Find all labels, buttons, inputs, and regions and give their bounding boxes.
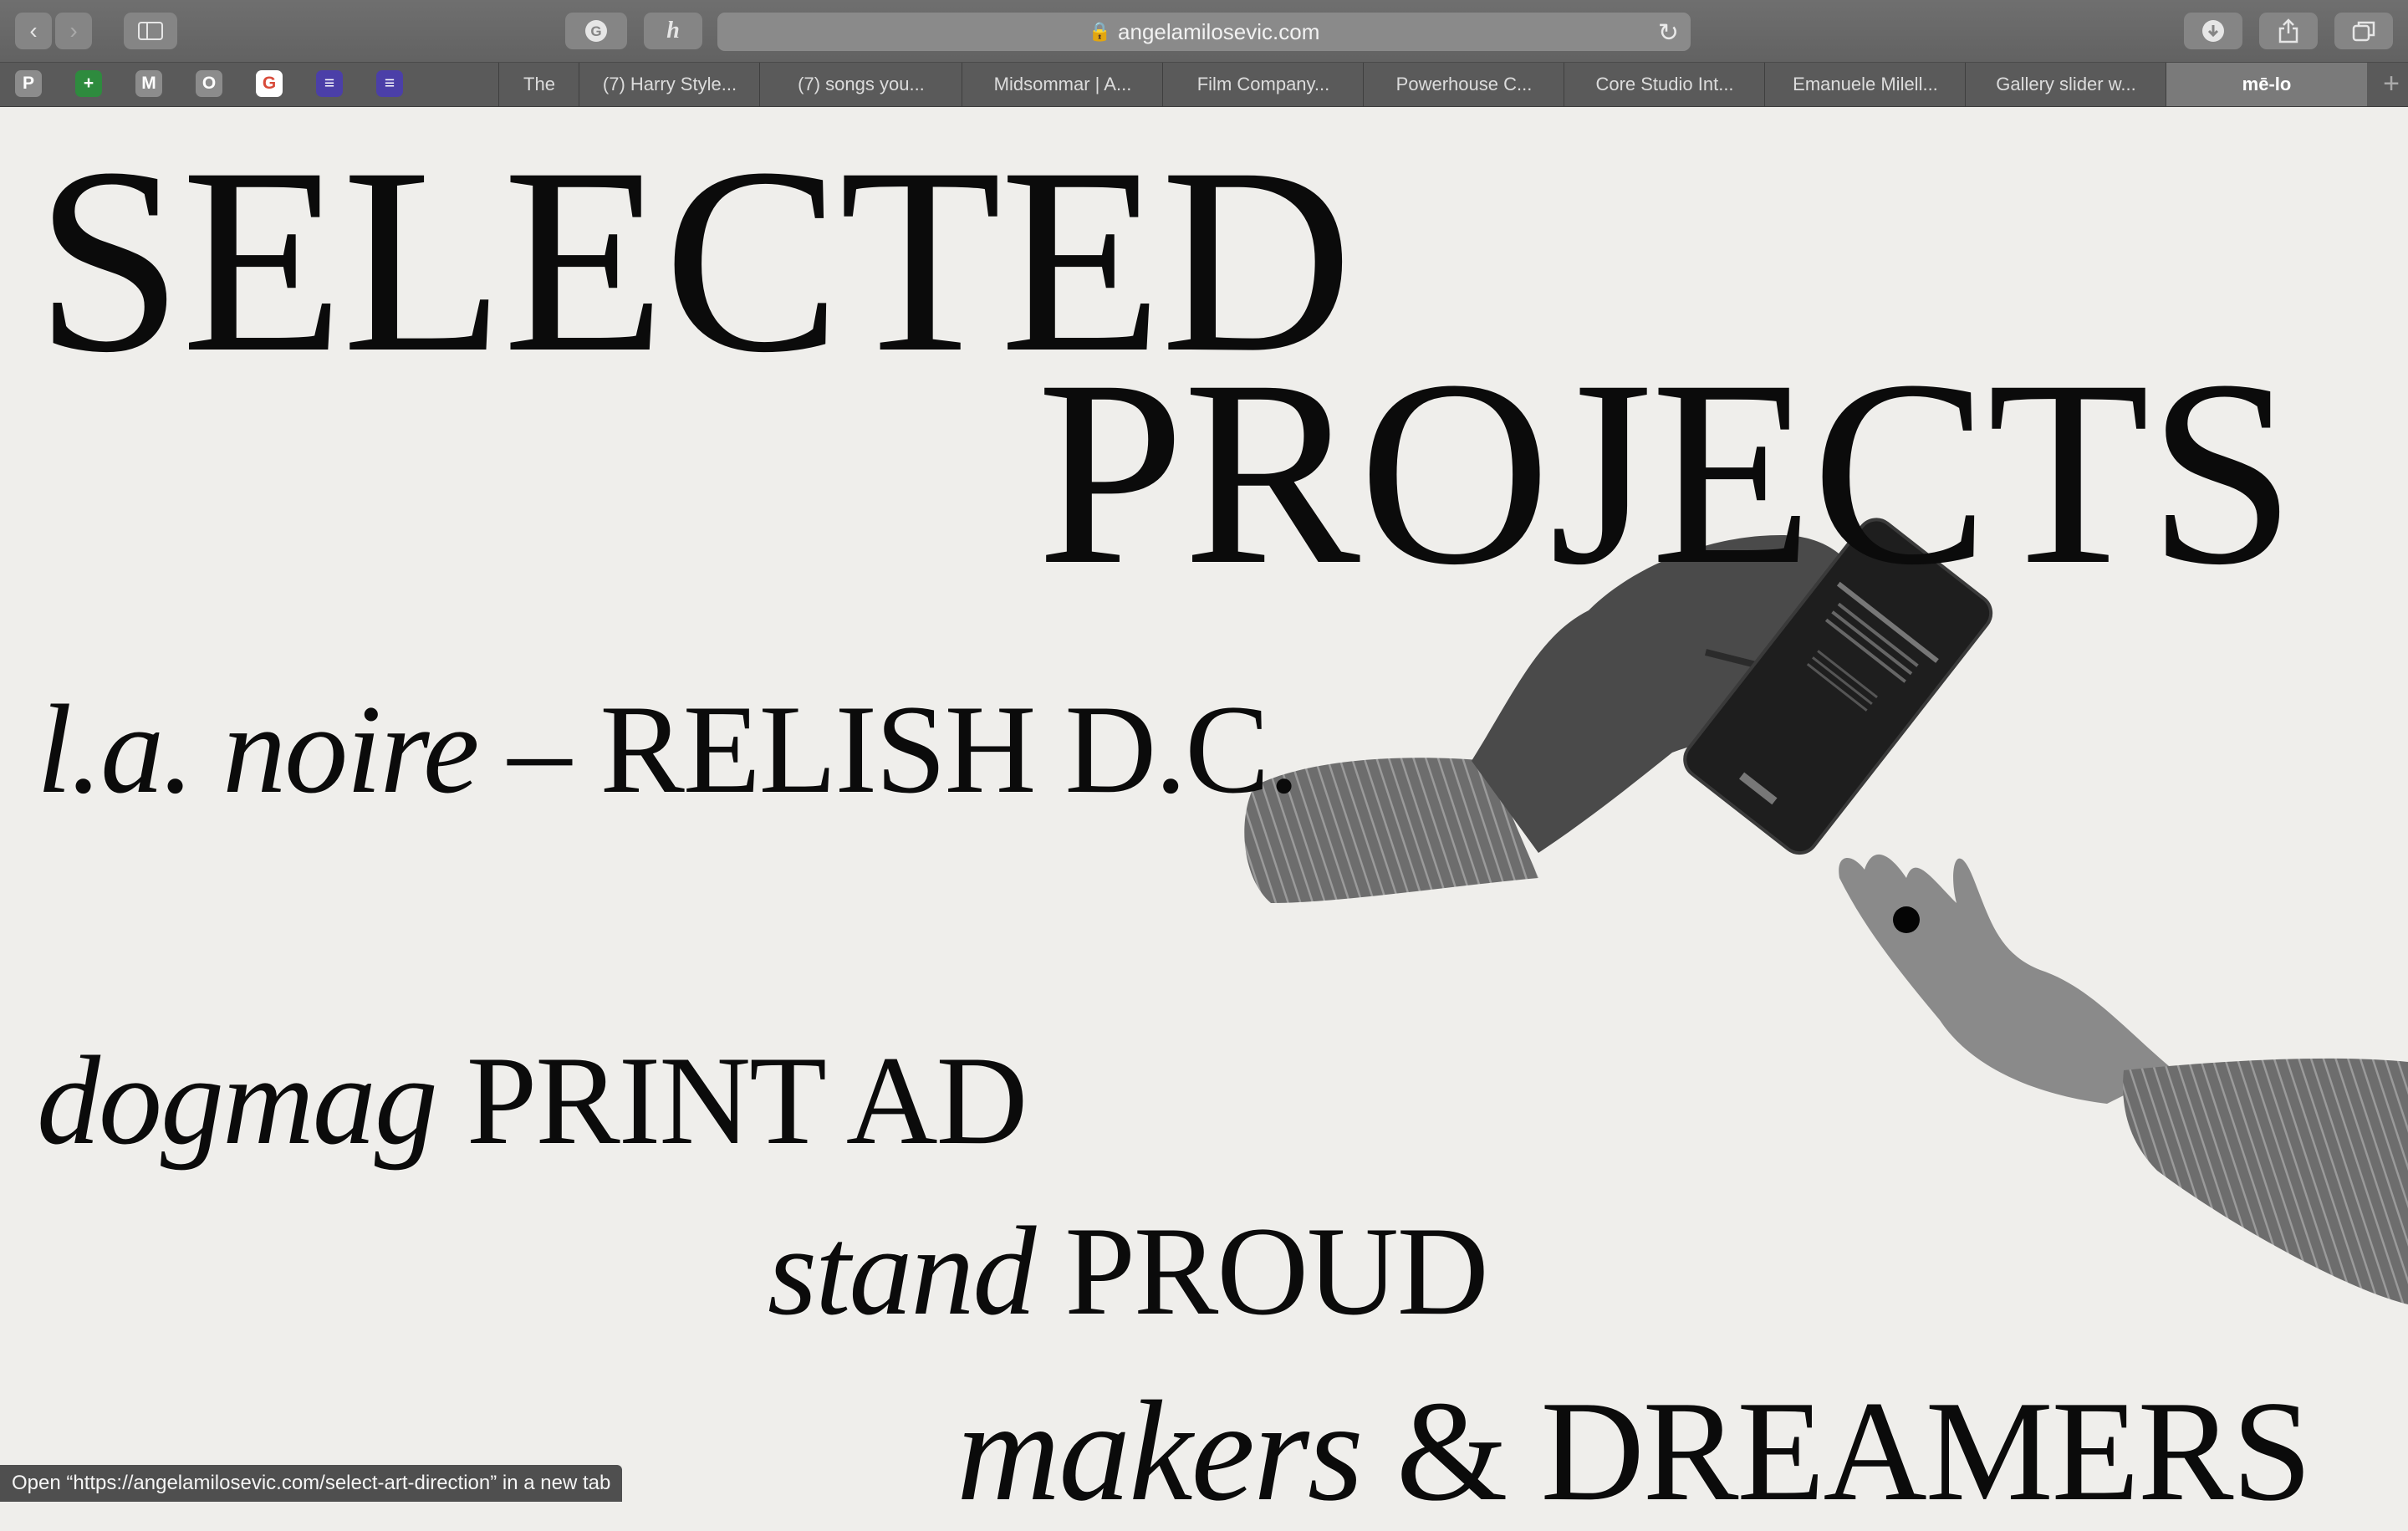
downloads-button[interactable] <box>2184 13 2242 49</box>
project-link-stand-proud[interactable]: stand PROUD <box>768 1207 1489 1335</box>
tab-item[interactable]: Powerhouse C... <box>1363 63 1564 106</box>
favorite-google[interactable]: G <box>256 70 283 97</box>
sidebar-toggle-button[interactable] <box>124 13 177 49</box>
url-text: angelamilosevic.com <box>1118 18 1320 44</box>
plus-icon: + <box>2383 68 2400 100</box>
tab-item[interactable]: The <box>498 63 579 106</box>
honey-icon: h <box>666 18 680 43</box>
sidebar-icon <box>138 22 163 40</box>
tab-item[interactable]: Film Company... <box>1162 63 1364 106</box>
tab-item[interactable]: Core Studio Int... <box>1564 63 1765 106</box>
lock-icon: 🔒 <box>1088 21 1112 42</box>
project-link-la-noire[interactable]: l.a. noire – RELISH D.C. <box>37 686 1300 813</box>
chevron-left-icon: ‹ <box>29 18 38 43</box>
reload-icon[interactable]: ↻ <box>1658 18 1679 48</box>
share-icon <box>2278 18 2298 43</box>
tabs-icon <box>2352 21 2375 42</box>
new-tab-button[interactable]: + <box>2383 68 2400 100</box>
project-link-makers-dreamers[interactable]: makers & DREAMERS <box>957 1380 2312 1523</box>
tab-overview-button[interactable] <box>2334 13 2393 49</box>
tab-item[interactable]: (7) Harry Style... <box>579 63 760 106</box>
chevron-right-icon: › <box>69 18 78 43</box>
tab-item[interactable]: Emanuele Milell... <box>1764 63 1966 106</box>
address-bar[interactable]: 🔒 angelamilosevic.com ↻ <box>717 13 1691 51</box>
share-button[interactable] <box>2259 13 2318 49</box>
back-button[interactable]: ‹ <box>15 13 52 49</box>
tab-item-active[interactable]: mē-lo <box>2166 63 2367 106</box>
sleeve-right <box>2123 1058 2408 1304</box>
honey-extension-button[interactable]: h <box>644 13 702 49</box>
svg-text:G: G <box>590 23 601 39</box>
grammarly-extension-button[interactable]: G <box>565 13 627 49</box>
favorite-m[interactable]: M <box>135 70 162 97</box>
tab-item[interactable]: Midsommar | A... <box>962 63 1163 106</box>
grammarly-icon: G <box>585 20 607 42</box>
favorite-list-1[interactable]: ≡ <box>316 70 343 97</box>
heading-projects: PROJECTS <box>1037 325 2296 620</box>
favorite-o[interactable]: O <box>196 70 222 97</box>
project-link-dogmag[interactable]: dogmag PRINT AD <box>37 1037 1028 1164</box>
favorite-list-2[interactable]: ≡ <box>376 70 403 97</box>
tab-bar: P + M O G ≡ ≡ The (7) Harry Style... (7)… <box>0 62 2408 107</box>
tab-item[interactable]: (7) songs you... <box>759 63 962 106</box>
favorite-p[interactable]: P <box>15 70 42 97</box>
forward-button[interactable]: › <box>55 13 92 49</box>
download-icon <box>2202 20 2224 42</box>
tab-item[interactable]: Gallery slider w... <box>1965 63 2166 106</box>
link-status-bar: Open “https://angelamilosevic.com/select… <box>0 1465 623 1502</box>
browser-toolbar: ‹ › G h 🔒 angelamilosevic.com ↻ <box>0 0 2408 62</box>
favorite-sheets[interactable]: + <box>75 70 102 97</box>
hand-right <box>1839 854 2174 1104</box>
